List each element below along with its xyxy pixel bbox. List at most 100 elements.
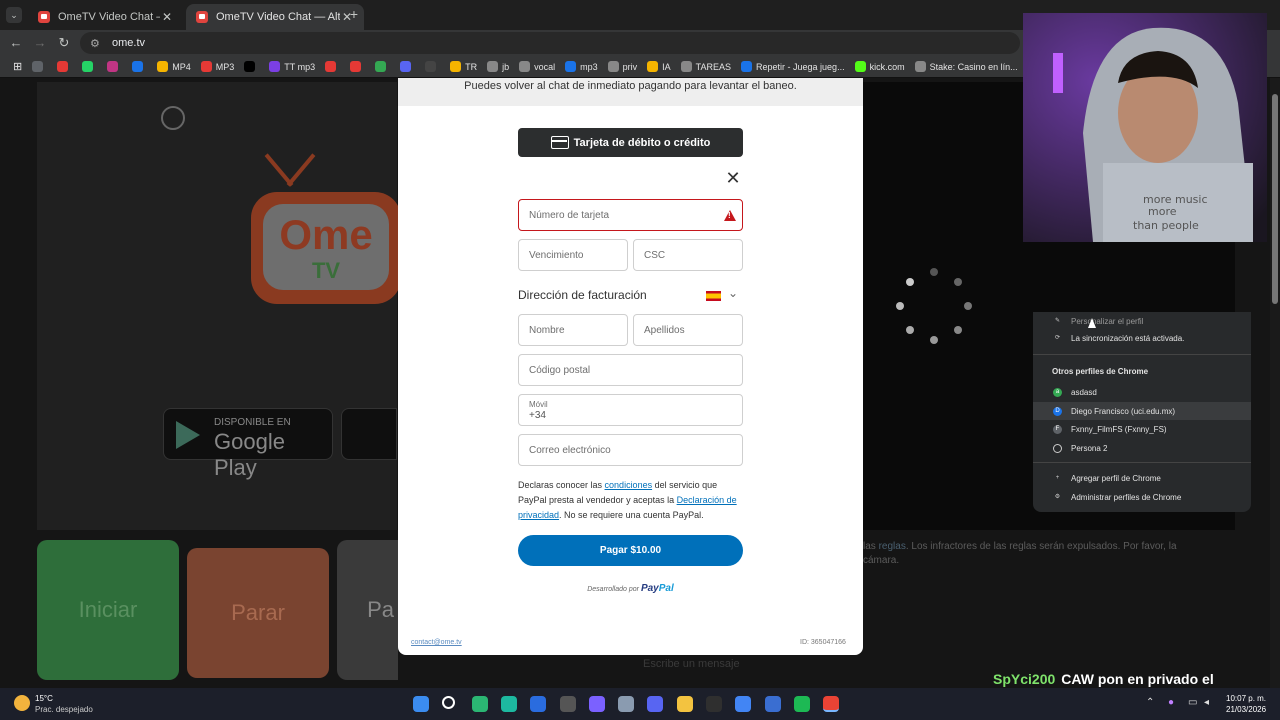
bookmark-item[interactable] (320, 57, 345, 77)
bookmark-item[interactable]: TT mp3 (264, 57, 320, 77)
volume-icon[interactable]: ◂ (1204, 697, 1209, 708)
expiry-field[interactable]: Vencimiento (518, 239, 628, 271)
webcam-image: more music more than people (1023, 13, 1267, 242)
file-explorer-icon[interactable] (677, 696, 693, 712)
app-g-icon[interactable] (530, 696, 546, 712)
back-button[interactable]: ← (7, 34, 25, 52)
microphone-icon[interactable]: ● (1168, 697, 1174, 708)
bookmark-item[interactable]: priv (603, 57, 643, 77)
bookmark-item[interactable]: TAREAS (676, 57, 736, 77)
bookmark-item[interactable] (52, 57, 77, 77)
store-large-text: Google Play (214, 429, 285, 480)
last-name-field[interactable]: Apellidos (633, 314, 743, 346)
bookmark-item[interactable]: Stake: Casino en lín... (910, 57, 1023, 77)
bookmark-item[interactable]: MP4 (152, 57, 196, 77)
conditions-link[interactable]: condiciones (605, 480, 653, 490)
bookmark-item[interactable] (127, 57, 152, 77)
bookmark-item[interactable]: IA (642, 57, 676, 77)
profile-item-asdasd[interactable]: a asdasd (1033, 383, 1251, 401)
debit-credit-card-button[interactable]: Tarjeta de débito o crédito (518, 128, 743, 157)
first-name-field[interactable]: Nombre (518, 314, 628, 346)
app-store-badge[interactable] (341, 408, 397, 460)
customize-profile-item[interactable]: ✎ Personalizar el perfil (1033, 312, 1251, 330)
spain-flag-icon[interactable] (706, 291, 721, 301)
mobile-value: +34 (529, 410, 546, 421)
profile-item-diego[interactable]: D Diego Francisco (uci.edu.mx) (1033, 402, 1251, 420)
apps-grid-icon[interactable]: ⊞ (8, 57, 27, 77)
windows-start-icon[interactable] (413, 696, 429, 712)
profile-item-persona-2[interactable]: Persona 2 (1033, 439, 1251, 457)
bookmark-item[interactable] (27, 57, 52, 77)
google-play-badge[interactable]: DISPONIBLE EN Google Play (163, 408, 333, 480)
address-bar[interactable]: ⚙ ome.tv (80, 32, 1020, 54)
forward-button[interactable]: → (31, 34, 49, 52)
rules-link[interactable]: reglas (879, 541, 906, 552)
chrome-icon[interactable] (735, 696, 751, 712)
bookmark-item[interactable] (102, 57, 127, 77)
payment-dialog: Puedes volver al chat de inmediato pagan… (398, 78, 863, 655)
billing-address-heading: Dirección de facturación (518, 288, 647, 302)
tab-search-button[interactable]: ⌄ (6, 7, 22, 23)
shield-app-icon[interactable] (765, 696, 781, 712)
settings-icon[interactable] (618, 696, 634, 712)
bookmark-item[interactable]: vocal (514, 57, 560, 77)
search-icon[interactable] (442, 696, 455, 709)
weather-icon[interactable] (14, 695, 30, 711)
add-profile-item[interactable]: + Agregar perfil de Chrome (1033, 469, 1251, 487)
chat-username: SpYci200 (993, 671, 1056, 687)
bookmark-item[interactable]: mp3 (560, 57, 603, 77)
clock-date[interactable]: 21/03/2026 (1226, 705, 1266, 714)
epic-games-icon[interactable] (706, 696, 722, 712)
app-green-icon[interactable] (472, 696, 488, 712)
pay-button[interactable]: Pagar $10.00 (518, 535, 743, 566)
new-tab-button[interactable]: + (346, 6, 362, 22)
card-number-field[interactable]: Número de tarjeta (518, 199, 743, 231)
bookmark-item[interactable] (239, 57, 264, 77)
powered-by-paypal: Desarrollado por PayPal (518, 583, 743, 594)
site-settings-icon[interactable]: ⚙ (90, 37, 104, 50)
bookmark-item[interactable]: Repetir - Juega jueg... (736, 57, 850, 77)
email-field[interactable]: Correo electrónico (518, 434, 743, 466)
bookmark-item[interactable] (370, 57, 395, 77)
start-button[interactable]: Iniciar (37, 540, 179, 680)
mobile-field[interactable]: Móvil +34 (518, 394, 743, 426)
app-m-icon[interactable] (560, 696, 576, 712)
tab-ometv-2[interactable]: OmeTV Video Chat — Alternat ✕ (186, 4, 364, 30)
bookmark-item[interactable]: kick.com (850, 57, 910, 77)
manage-profiles-item[interactable]: ⚙ Administrar perfiles de Chrome (1033, 488, 1251, 506)
divider (1033, 354, 1251, 355)
bookmark-item[interactable]: jb (482, 57, 514, 77)
tab-close-icon[interactable]: ✕ (160, 10, 174, 24)
bookmark-item[interactable]: MP3 (196, 57, 240, 77)
bookmark-label: IA (662, 61, 671, 72)
profile-name: Persona 2 (1071, 443, 1108, 453)
sync-item[interactable]: ⟳ La sincronización está activada. (1033, 329, 1251, 347)
profile-item-fxnny[interactable]: F Fxnny_FilmFS (Fxnny_FS) (1033, 420, 1251, 438)
page-scrollbar[interactable] (1270, 78, 1280, 688)
spotify-icon[interactable] (794, 696, 810, 712)
stop-button[interactable]: Parar (187, 548, 329, 678)
discord-icon[interactable] (647, 696, 663, 712)
chevron-up-icon[interactable]: ⌃ (1146, 697, 1154, 708)
clock-time[interactable]: 10:07 p. m. (1226, 694, 1266, 703)
scrollbar-thumb[interactable] (1272, 94, 1278, 304)
bookmark-favicon-icon (325, 61, 337, 72)
copilot-icon[interactable] (589, 696, 605, 712)
bookmark-item[interactable] (420, 57, 445, 77)
network-icon[interactable]: ▭ (1188, 697, 1197, 708)
app-heart-icon[interactable] (501, 696, 517, 712)
bookmark-item[interactable] (395, 57, 420, 77)
tab-ometv-1[interactable]: OmeTV Video Chat — Alternat ✕ (28, 4, 184, 30)
csc-field[interactable]: CSC (633, 239, 743, 271)
chrome-active-icon[interactable] (823, 696, 839, 712)
country-button[interactable]: Pa (337, 540, 398, 680)
chevron-down-icon[interactable]: ⌄ (728, 286, 738, 300)
postal-code-field[interactable]: Código postal (518, 354, 743, 386)
contact-link[interactable]: contact@ome.tv (411, 639, 462, 646)
bookmark-item[interactable] (345, 57, 370, 77)
bookmark-item[interactable]: TR (445, 57, 482, 77)
close-icon[interactable]: ✕ (725, 169, 741, 187)
other-profiles-heading: Otros perfiles de Chrome (1052, 367, 1149, 376)
reload-button[interactable]: ↻ (55, 34, 73, 52)
bookmark-item[interactable] (77, 57, 102, 77)
